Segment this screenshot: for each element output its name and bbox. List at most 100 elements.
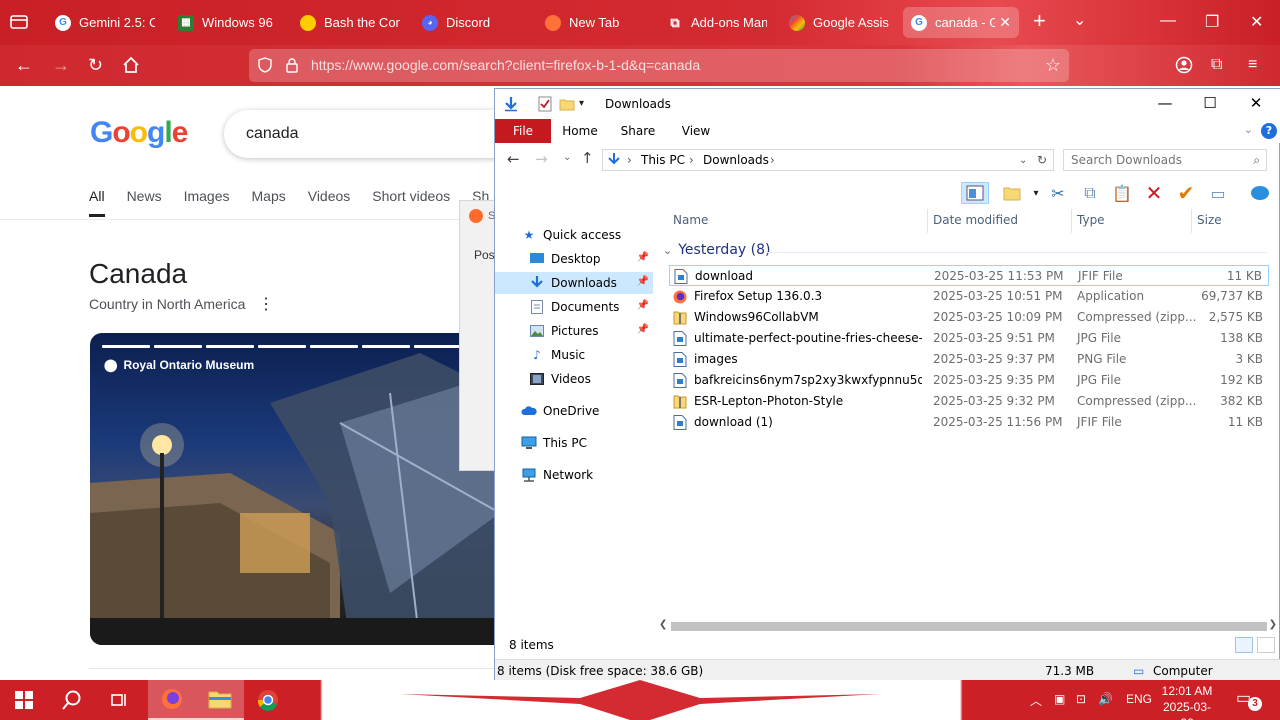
forward-icon[interactable]: → (535, 150, 548, 168)
file-row[interactable]: download (1) 2025-03-25 11:56 PM JFIF File… (669, 412, 1269, 433)
taskbar-chrome[interactable] (244, 680, 292, 720)
maximize-icon[interactable]: ☐ (1200, 94, 1220, 112)
up-icon[interactable]: ↑ (581, 149, 594, 167)
meet-now-icon[interactable]: ▣ (1054, 692, 1065, 706)
account-icon[interactable] (1175, 56, 1193, 74)
more-options-icon[interactable]: ⋮ (258, 294, 274, 314)
cut-icon[interactable]: ✂ (1047, 182, 1069, 204)
lock-icon[interactable] (285, 57, 299, 73)
new-folder-icon[interactable] (559, 96, 575, 112)
ribbon-tab-view[interactable]: View (673, 119, 719, 143)
menu-icon[interactable]: ≡ (1248, 55, 1257, 75)
copy-icon[interactable]: ⧉ (1079, 182, 1101, 204)
address-bar[interactable]: › This PC › Downloads › ⌄ ↻ (602, 149, 1054, 171)
search-input[interactable] (1064, 150, 1240, 170)
new-tab-icon[interactable]: + (1033, 10, 1046, 32)
file-row[interactable]: download 2025-03-25 11:53 PM JFIF File 11 K… (669, 265, 1269, 286)
details-view-icon[interactable] (1235, 637, 1253, 653)
column-header-name[interactable]: Name (673, 213, 708, 227)
browser-tab[interactable]: New Tab (545, 7, 645, 38)
chevron-down-icon[interactable]: ▾ (1025, 182, 1047, 204)
nav-downloads[interactable]: Downloads 📌 (495, 272, 653, 294)
customize-qat-icon[interactable]: ▾ (579, 98, 595, 114)
url-bar[interactable]: https://www.google.com/search?client=fir… (249, 49, 1069, 82)
scroll-left-icon[interactable]: ❮ (659, 619, 667, 630)
close-icon[interactable]: ✕ (1250, 12, 1263, 32)
google-logo[interactable]: Google (90, 116, 188, 150)
nav-desktop[interactable]: Desktop 📌 (495, 248, 653, 270)
file-row[interactable]: bafkreicins6nym7sp2xy3kwxfypnnu5qn6... 20… (669, 370, 1269, 391)
tab-maps[interactable]: Maps (252, 188, 286, 217)
large-icons-view-icon[interactable] (1257, 637, 1275, 653)
start-button[interactable] (0, 680, 48, 720)
background-dialog[interactable]: S Posi (459, 200, 499, 471)
rename-icon[interactable]: ▭ (1207, 182, 1229, 204)
forward-icon[interactable]: → (52, 55, 70, 75)
properties-button[interactable] (1249, 182, 1271, 204)
column-separator[interactable] (1071, 209, 1072, 233)
properties-icon[interactable] (537, 96, 553, 112)
address-dropdown-icon[interactable]: ⌄ (1019, 155, 1027, 166)
minimize-icon[interactable]: — (1155, 94, 1175, 112)
horizontal-scrollbar[interactable]: ❮ ❯ (657, 619, 1279, 633)
column-separator[interactable] (927, 209, 928, 233)
notifications-button[interactable]: ▭ 3 (1236, 688, 1262, 712)
file-row[interactable]: Windows96CollabVM 2025-03-25 10:09 PM Comp… (669, 307, 1269, 328)
nav-onedrive[interactable]: OneDrive (495, 400, 653, 422)
show-hidden-icons-icon[interactable]: ︿ (1030, 692, 1042, 709)
chevron-down-icon[interactable]: ⌄ (1073, 10, 1086, 30)
task-view-button[interactable] (96, 680, 144, 720)
ribbon-tab-home[interactable]: Home (557, 119, 603, 143)
column-header-date[interactable]: Date modified (933, 213, 1018, 227)
search-button[interactable] (48, 680, 96, 720)
tab-all[interactable]: All (89, 188, 105, 217)
search-box[interactable]: ⌕ (1063, 149, 1267, 171)
nav-network[interactable]: Network (495, 464, 653, 486)
shield-icon[interactable] (257, 57, 273, 73)
expand-ribbon-icon[interactable]: ⌄ (1244, 123, 1253, 136)
browser-tab[interactable]: ⧉ Add-ons Man (667, 7, 767, 38)
nav-this-pc[interactable]: This PC (495, 432, 653, 454)
breadcrumb-downloads[interactable]: Downloads (703, 153, 769, 167)
recent-locations-icon[interactable]: ⌄ (563, 152, 571, 163)
knowledge-image[interactable]: ⬤ Royal Ontario Museum (90, 333, 500, 645)
taskbar-firefox[interactable] (148, 680, 196, 720)
preview-pane-button[interactable] (961, 182, 989, 204)
file-explorer-window[interactable]: ▾ Downloads — ☐ ✕ File Home Share View ⌄… (494, 88, 1280, 681)
column-header-type[interactable]: Type (1077, 213, 1105, 227)
tab-short-videos[interactable]: Short videos (372, 188, 450, 217)
taskbar-file-explorer[interactable] (196, 680, 244, 720)
tab-images[interactable]: Images (184, 188, 230, 217)
delete-icon[interactable]: ✕ (1143, 181, 1165, 205)
home-icon[interactable] (122, 56, 140, 74)
network-icon[interactable]: ⊡ (1076, 692, 1086, 706)
browser-tab[interactable]: G Gemini 2.5: O (55, 7, 155, 38)
group-header[interactable]: ⌄ Yesterday (8) (663, 242, 770, 258)
layout-button[interactable] (1001, 182, 1023, 204)
nav-documents[interactable]: Documents 📌 (495, 296, 653, 318)
ribbon-tab-file[interactable]: File (495, 119, 551, 143)
browser-tab-active[interactable]: G canada - G ✕ (903, 7, 1019, 38)
ribbon-tab-share[interactable]: Share (615, 119, 661, 143)
column-separator[interactable] (1191, 209, 1192, 233)
input-language[interactable]: ENG (1126, 692, 1152, 706)
back-icon[interactable]: ← (507, 150, 520, 168)
select-icon[interactable]: ✔ (1175, 181, 1197, 205)
browser-tab[interactable]: Bash the Com (300, 7, 400, 38)
scroll-right-icon[interactable]: ❯ (1269, 619, 1277, 630)
nav-music[interactable]: ♪ Music (495, 344, 653, 366)
refresh-icon[interactable]: ↻ (1037, 153, 1047, 167)
tab-news[interactable]: News (127, 188, 162, 217)
file-row[interactable]: images 2025-03-25 9:37 PM PNG File 3 KB (669, 349, 1269, 370)
nav-pictures[interactable]: Pictures 📌 (495, 320, 653, 342)
minimize-icon[interactable]: — (1160, 12, 1176, 30)
breadcrumb-this-pc[interactable]: This PC (641, 153, 685, 167)
nav-quick-access[interactable]: ★ Quick access (495, 224, 653, 246)
paste-icon[interactable]: 📋 (1111, 182, 1133, 204)
extensions-icon[interactable]: ⧉ (1211, 55, 1222, 75)
close-icon[interactable]: ✕ (1246, 94, 1266, 112)
clock[interactable]: 12:01 AM 2025-03-26 (1158, 683, 1216, 720)
file-row[interactable]: ESR-Lepton-Photon-Style 2025-03-25 9:32 P… (669, 391, 1269, 412)
browser-tab[interactable]: Google Assista (789, 7, 889, 38)
browser-tab[interactable]: ▦ Windows 96 (178, 7, 278, 38)
